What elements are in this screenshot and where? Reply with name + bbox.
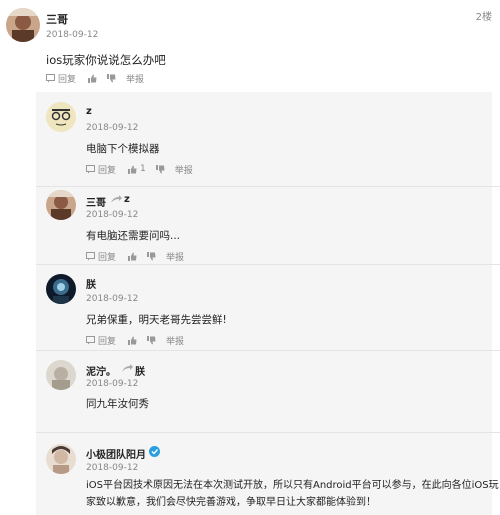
reply-text: 有电脑还需要问吗... <box>86 230 181 242</box>
reply-arrow-icon <box>122 364 133 372</box>
reply-thread: z 2018-09-12 电脑下个模拟器 回复 1 举报 三哥 z 2018-0… <box>36 92 500 515</box>
reply-actions: 回复 举报 <box>86 333 184 347</box>
reply-text: 同九年汝何秀 <box>86 398 149 410</box>
floor-number: 2楼 <box>475 12 492 23</box>
avatar-sange[interactable] <box>6 8 40 42</box>
reply-button[interactable]: 回复 <box>86 250 116 263</box>
dislike-button[interactable] <box>155 164 165 174</box>
reply-date: 2018-09-12 <box>86 294 139 304</box>
like-button[interactable] <box>128 336 137 345</box>
reply-icon <box>46 73 55 82</box>
thumbs-up-icon <box>128 252 137 261</box>
reply-button[interactable]: 回复 <box>86 334 116 347</box>
reply-target[interactable]: z <box>124 194 130 205</box>
reply-button[interactable]: 回复 <box>86 163 116 176</box>
reply-icon <box>86 251 95 260</box>
reply-text-line-1: iOS平台因技术原因无法在本次测试开放，所以只有Android平台可以参与，在此… <box>86 480 499 491</box>
divider <box>36 432 500 433</box>
report-button[interactable]: 举报 <box>175 163 193 176</box>
reply-text-line-2: 家致以歉意，我们会尽快完善游戏，争取早日让大家都能体验到！ <box>86 497 376 508</box>
avatar-nining[interactable] <box>46 360 76 390</box>
reply-arrow-icon <box>111 195 122 203</box>
reply-author[interactable]: z <box>86 106 92 117</box>
reply-date: 2018-09-12 <box>86 123 139 133</box>
report-button[interactable]: 举报 <box>166 250 184 263</box>
verified-badge-icon <box>149 446 160 457</box>
thumbs-down-icon <box>107 73 116 82</box>
divider <box>36 350 500 351</box>
like-button[interactable]: 1 <box>128 164 146 174</box>
reply-author[interactable]: 三哥 <box>86 194 106 209</box>
reply-button[interactable]: 回复 <box>46 72 76 85</box>
comment-text: ios玩家你说说怎么办吧 <box>46 53 166 67</box>
reply-author[interactable]: 泥泞。 <box>86 363 116 378</box>
reply-date: 2018-09-12 <box>86 463 139 473</box>
thumbs-up-icon <box>128 165 137 174</box>
like-count: 1 <box>140 164 146 174</box>
avatar-zhen[interactable] <box>46 274 76 304</box>
reply-icon <box>86 164 95 173</box>
dislike-button[interactable] <box>107 73 116 83</box>
like-button[interactable] <box>88 74 97 83</box>
avatar-official[interactable] <box>46 444 76 474</box>
dislike-button[interactable] <box>147 251 156 261</box>
reply-date: 2018-09-12 <box>86 379 139 389</box>
divider <box>36 186 500 187</box>
avatar-sange[interactable] <box>46 190 76 220</box>
comment-actions: 回复 举报 <box>46 71 144 85</box>
comment-date: 2018-09-12 <box>46 30 99 40</box>
reply-actions: 回复 1 举报 <box>86 162 193 176</box>
thumbs-up-icon <box>88 74 97 83</box>
reply-actions: 回复 举报 <box>86 249 184 263</box>
reply-date: 2018-09-12 <box>86 210 139 220</box>
dislike-button[interactable] <box>147 335 156 345</box>
divider <box>36 264 500 265</box>
avatar-z[interactable] <box>46 102 76 132</box>
report-button[interactable]: 举报 <box>166 334 184 347</box>
report-button[interactable]: 举报 <box>126 72 144 85</box>
reply-text: 电脑下个模拟器 <box>86 143 160 155</box>
reply-author[interactable]: 小极团队阳月 <box>86 446 146 461</box>
reply-author[interactable]: 朕 <box>86 276 96 291</box>
reply-text: 兄弟保重，明天老哥先尝尝鲜! <box>86 314 227 326</box>
comment-author[interactable]: 三哥 <box>46 11 68 27</box>
thumbs-down-icon <box>147 251 156 260</box>
thumbs-down-icon <box>155 164 165 173</box>
reply-icon <box>86 335 95 344</box>
thumbs-down-icon <box>147 335 156 344</box>
reply-target[interactable]: 朕 <box>135 363 145 378</box>
like-button[interactable] <box>128 252 137 261</box>
thumbs-up-icon <box>128 336 137 345</box>
